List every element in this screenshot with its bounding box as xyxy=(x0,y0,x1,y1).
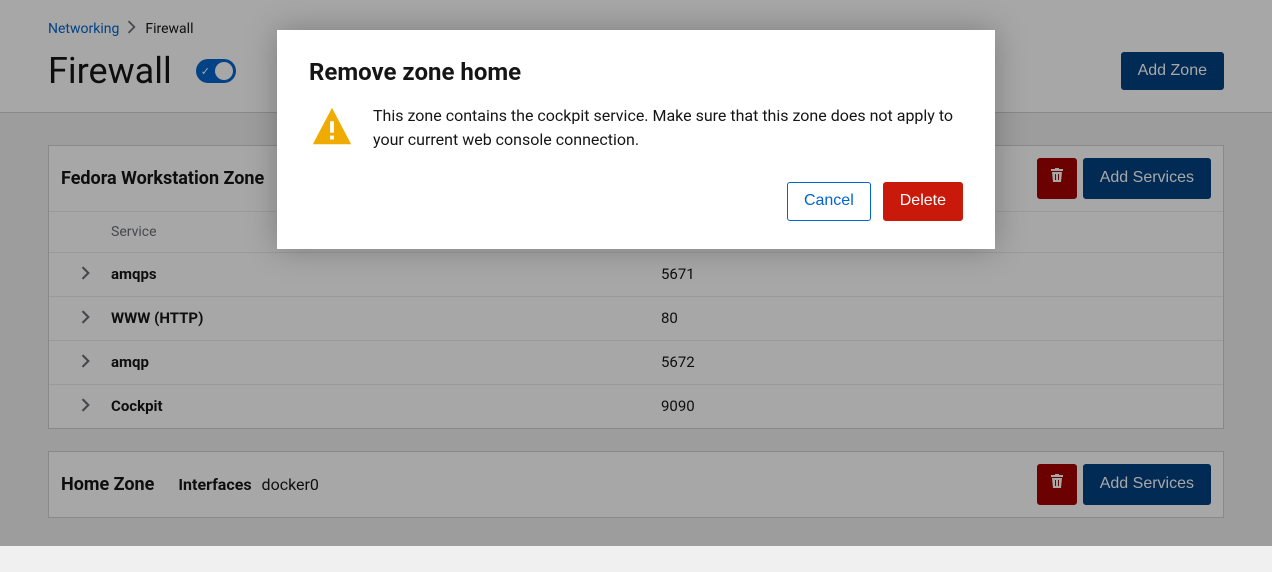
delete-button[interactable]: Delete xyxy=(883,182,963,221)
modal-message: This zone contains the cockpit service. … xyxy=(373,104,963,152)
modal-footer: Cancel Delete xyxy=(309,182,963,221)
confirm-modal: Remove zone home This zone contains the … xyxy=(277,30,995,249)
modal-overlay[interactable]: Remove zone home This zone contains the … xyxy=(0,0,1272,546)
cancel-button[interactable]: Cancel xyxy=(787,182,871,221)
modal-title: Remove zone home xyxy=(309,58,963,86)
modal-body: This zone contains the cockpit service. … xyxy=(309,104,963,154)
warning-icon xyxy=(309,104,355,154)
